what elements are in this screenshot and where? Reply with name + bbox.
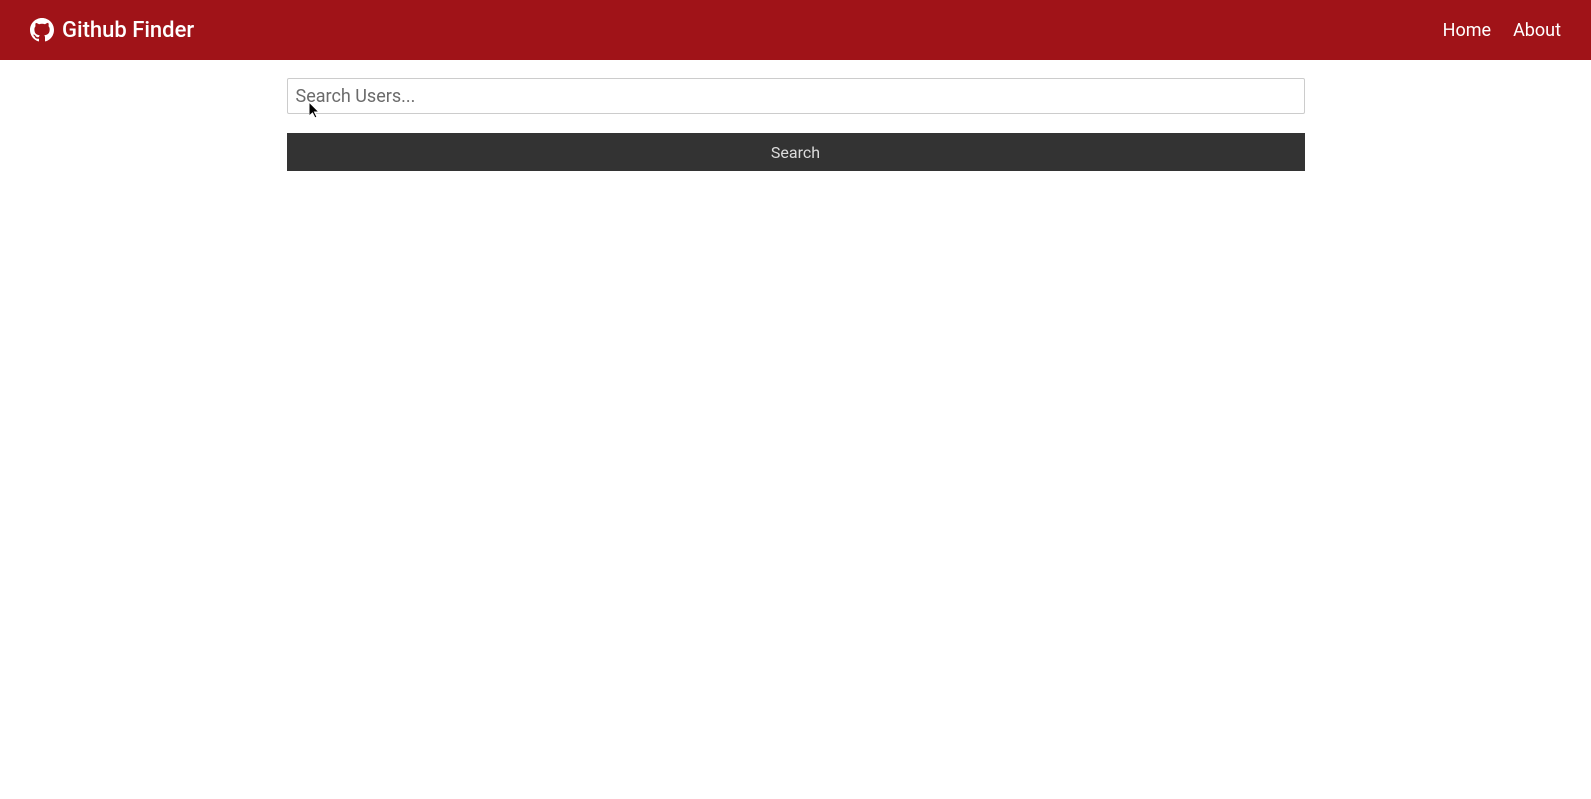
search-form: Search <box>287 78 1305 171</box>
nav-link-about[interactable]: About <box>1513 20 1561 41</box>
search-button[interactable]: Search <box>287 133 1305 171</box>
search-input[interactable] <box>287 78 1305 114</box>
main-container: Search <box>287 60 1305 171</box>
navbar: Github Finder Home About <box>0 0 1591 60</box>
app-title: Github Finder <box>62 18 194 43</box>
nav-link-home[interactable]: Home <box>1443 20 1491 41</box>
navbar-links: Home About <box>1443 20 1561 41</box>
navbar-brand[interactable]: Github Finder <box>30 18 194 43</box>
github-icon <box>30 18 54 42</box>
